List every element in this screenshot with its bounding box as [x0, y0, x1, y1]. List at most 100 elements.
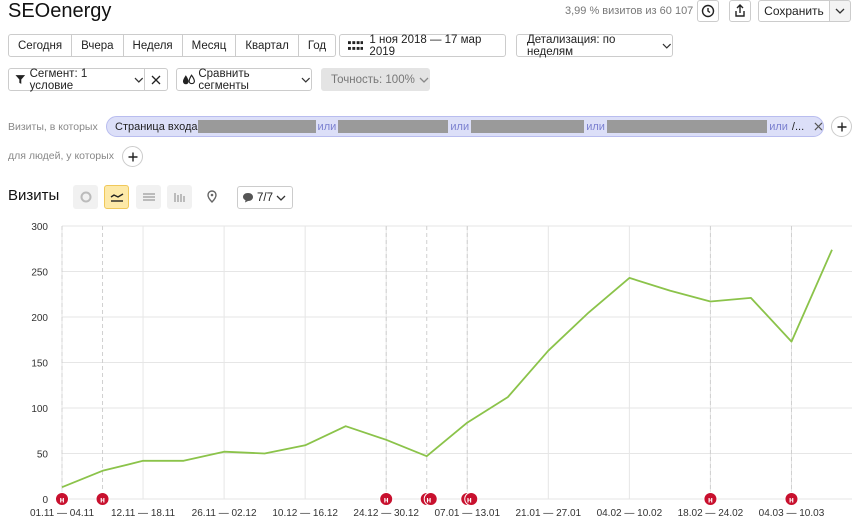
condition-start-text: Страница входа	[115, 120, 198, 133]
redacted-block	[338, 120, 449, 133]
chevron-down-icon	[419, 77, 429, 83]
plus-icon	[837, 122, 846, 131]
annotation-marker-label: н	[708, 496, 713, 505]
x-tick-label: 12.11 — 18.11	[111, 508, 176, 519]
chart-type-pie-button[interactable]	[73, 185, 98, 209]
bar-chart-icon	[173, 193, 185, 202]
close-icon	[151, 75, 161, 84]
data-point	[465, 421, 469, 425]
x-tick-label: 10.12 — 16.12	[272, 508, 338, 519]
y-tick-label: 50	[37, 450, 49, 461]
add-people-condition-button[interactable]	[122, 146, 143, 167]
x-tick-label: 24.12 — 30.12	[353, 508, 419, 519]
data-point	[344, 424, 348, 428]
close-icon[interactable]	[814, 122, 823, 131]
data-point	[587, 310, 591, 314]
data-point	[708, 300, 712, 304]
series-count-label: 7/7	[257, 191, 273, 204]
pie-chart-icon	[80, 191, 91, 203]
history-button[interactable]	[697, 0, 719, 22]
map-pin-icon	[206, 190, 217, 203]
redacted-block	[197, 120, 316, 133]
condition-or-text: или	[450, 120, 470, 133]
y-tick-label: 250	[31, 268, 48, 279]
segment-dropdown[interactable]: Сегмент: 1 условие	[8, 68, 145, 92]
compare-drops-icon	[182, 73, 195, 84]
y-tick-label: 150	[31, 359, 48, 370]
y-tick-label: 100	[31, 404, 48, 415]
data-point	[627, 276, 631, 280]
data-point	[182, 459, 186, 463]
period-year-button[interactable]: Год	[299, 35, 335, 56]
compare-label: Сравнить сегменты	[198, 67, 250, 92]
x-tick-label: 26.11 — 02.12	[192, 508, 257, 519]
data-point	[749, 296, 753, 300]
save-dropdown-button[interactable]	[829, 0, 851, 22]
date-range-label: 1 ноя 2018 — 17 мар 2019	[369, 33, 482, 58]
data-point	[830, 248, 834, 252]
series-line	[61, 249, 833, 489]
period-week-button[interactable]: Неделя	[124, 35, 183, 56]
date-range-button[interactable]: 1 ноя 2018 — 17 мар 2019	[339, 33, 506, 58]
visits-line-chart: 0 50 100 150 200 250 300 01.11 — 04.11 12.11 — 1…	[30, 222, 852, 519]
accuracy-label: Точность: 100%	[331, 73, 415, 86]
chart-type-area-button[interactable]	[136, 185, 161, 209]
chevron-down-icon	[301, 77, 311, 83]
stacked-area-icon	[142, 193, 155, 201]
comment-icon	[243, 193, 253, 203]
chevron-down-icon	[835, 8, 845, 14]
y-tick-label: 200	[31, 313, 48, 324]
calendar-grid-icon	[348, 40, 364, 50]
detail-dropdown[interactable]: Детализация: по неделям	[516, 33, 673, 58]
annotation-marker-label: н	[100, 496, 105, 505]
chart-type-line-button[interactable]	[104, 185, 129, 209]
data-point	[60, 485, 64, 489]
add-visit-condition-button[interactable]	[831, 116, 852, 137]
compare-segments-dropdown[interactable]: Сравнить сегменты	[176, 67, 312, 92]
chevron-down-icon	[134, 77, 144, 83]
condition-pill[interactable]: Страница входа или или или или /...	[106, 116, 824, 137]
data-point	[425, 454, 429, 458]
chart-title: Визиты	[8, 187, 60, 204]
redacted-block	[471, 120, 585, 133]
clock-icon	[701, 4, 715, 18]
period-month-button[interactable]: Месяц	[183, 35, 237, 56]
map-chart-button[interactable]	[199, 185, 224, 209]
x-tick-label: 01.11 — 04.11	[30, 508, 95, 519]
y-tick-label: 300	[31, 222, 48, 233]
people-condition-label: для людей, у которых	[8, 150, 114, 162]
chevron-down-icon	[662, 43, 672, 49]
detail-label: Детализация: по неделям	[527, 33, 616, 58]
period-selector: Сегодня Вчера Неделя Месяц Квартал Год	[8, 34, 337, 57]
redacted-block	[606, 120, 768, 133]
annotation-marker-label: н	[789, 496, 794, 505]
annotation-marker-label: н	[426, 496, 431, 505]
annotation-marker-label: н	[60, 496, 65, 505]
series-dropdown[interactable]: 7/7	[237, 186, 293, 209]
data-point	[546, 349, 550, 353]
annotation-marker-label: н	[384, 496, 389, 505]
period-quarter-button[interactable]: Квартал	[236, 35, 299, 56]
x-tick-label: 04.03 — 10.03	[759, 508, 825, 519]
x-tick-label: 18.02 — 24.02	[678, 508, 744, 519]
share-icon	[735, 4, 745, 17]
data-point	[384, 438, 388, 442]
chart-type-bar-button[interactable]	[167, 185, 192, 209]
condition-or-text: или	[769, 120, 788, 133]
data-point	[506, 395, 510, 399]
segment-clear-button[interactable]	[144, 68, 168, 91]
accuracy-dropdown[interactable]: Точность: 100%	[321, 68, 430, 91]
annotation-marker-label: н	[467, 496, 472, 505]
y-tick-label: 0	[42, 495, 48, 506]
data-point	[303, 443, 307, 447]
save-button[interactable]: Сохранить	[758, 0, 830, 22]
period-today-button[interactable]: Сегодня	[9, 35, 73, 56]
period-yesterday-button[interactable]: Вчера	[72, 35, 124, 56]
x-tick-label: 21.01 — 27.01	[516, 508, 582, 519]
condition-or-text: или	[586, 120, 605, 133]
data-point	[789, 340, 793, 344]
data-point	[222, 450, 226, 454]
page-title: SEOenergy	[8, 0, 112, 22]
export-button[interactable]	[729, 0, 751, 22]
chevron-down-icon	[276, 195, 286, 201]
